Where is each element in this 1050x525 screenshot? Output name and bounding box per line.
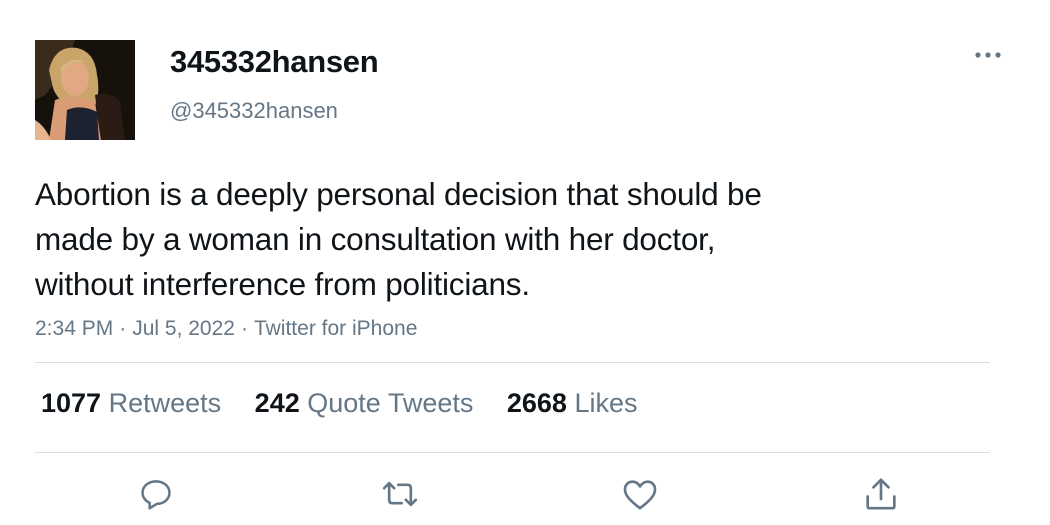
quotes-count: 242 [254, 388, 300, 418]
likes-label: Likes [574, 388, 638, 418]
action-bar [0, 472, 1050, 522]
share-icon[interactable] [859, 472, 903, 516]
retweets-label: Retweets [108, 388, 222, 418]
more-icon[interactable] [968, 40, 1008, 70]
tweet-time[interactable]: 2:34 PM [35, 317, 113, 340]
tweet-text-line: without interference from politicians. [35, 266, 530, 302]
user-handle[interactable]: @345332hansen [170, 98, 338, 124]
tweet-stats: 1077 Retweets 242 Quote Tweets 2668 Like… [41, 388, 664, 419]
tweet-text: Abortion is a deeply personal decision t… [35, 172, 935, 307]
quotes-stat[interactable]: 242 Quote Tweets [255, 388, 474, 419]
likes-count: 2668 [506, 388, 567, 418]
reply-icon[interactable] [134, 472, 178, 516]
tweet-meta: 2:34 PM · Jul 5, 2022 · Twitter for iPhone [35, 317, 417, 341]
retweet-icon[interactable] [378, 472, 422, 516]
like-icon[interactable] [618, 472, 662, 516]
meta-separator: · [240, 317, 248, 340]
divider [35, 452, 990, 453]
tweet-text-line: Abortion is a deeply personal decision t… [35, 176, 762, 212]
tweet-date[interactable]: Jul 5, 2022 [132, 317, 235, 340]
avatar[interactable] [35, 40, 135, 140]
retweets-stat[interactable]: 1077 Retweets [41, 388, 221, 419]
divider [35, 362, 990, 363]
retweets-count: 1077 [41, 388, 102, 418]
likes-stat[interactable]: 2668 Likes [507, 388, 638, 419]
meta-separator: · [119, 317, 127, 340]
quotes-label: Quote Tweets [307, 388, 474, 418]
display-name[interactable]: 345332hansen [170, 44, 379, 80]
tweet-text-line: made by a woman in consultation with her… [35, 221, 716, 257]
tweet-source[interactable]: Twitter for iPhone [254, 317, 417, 340]
